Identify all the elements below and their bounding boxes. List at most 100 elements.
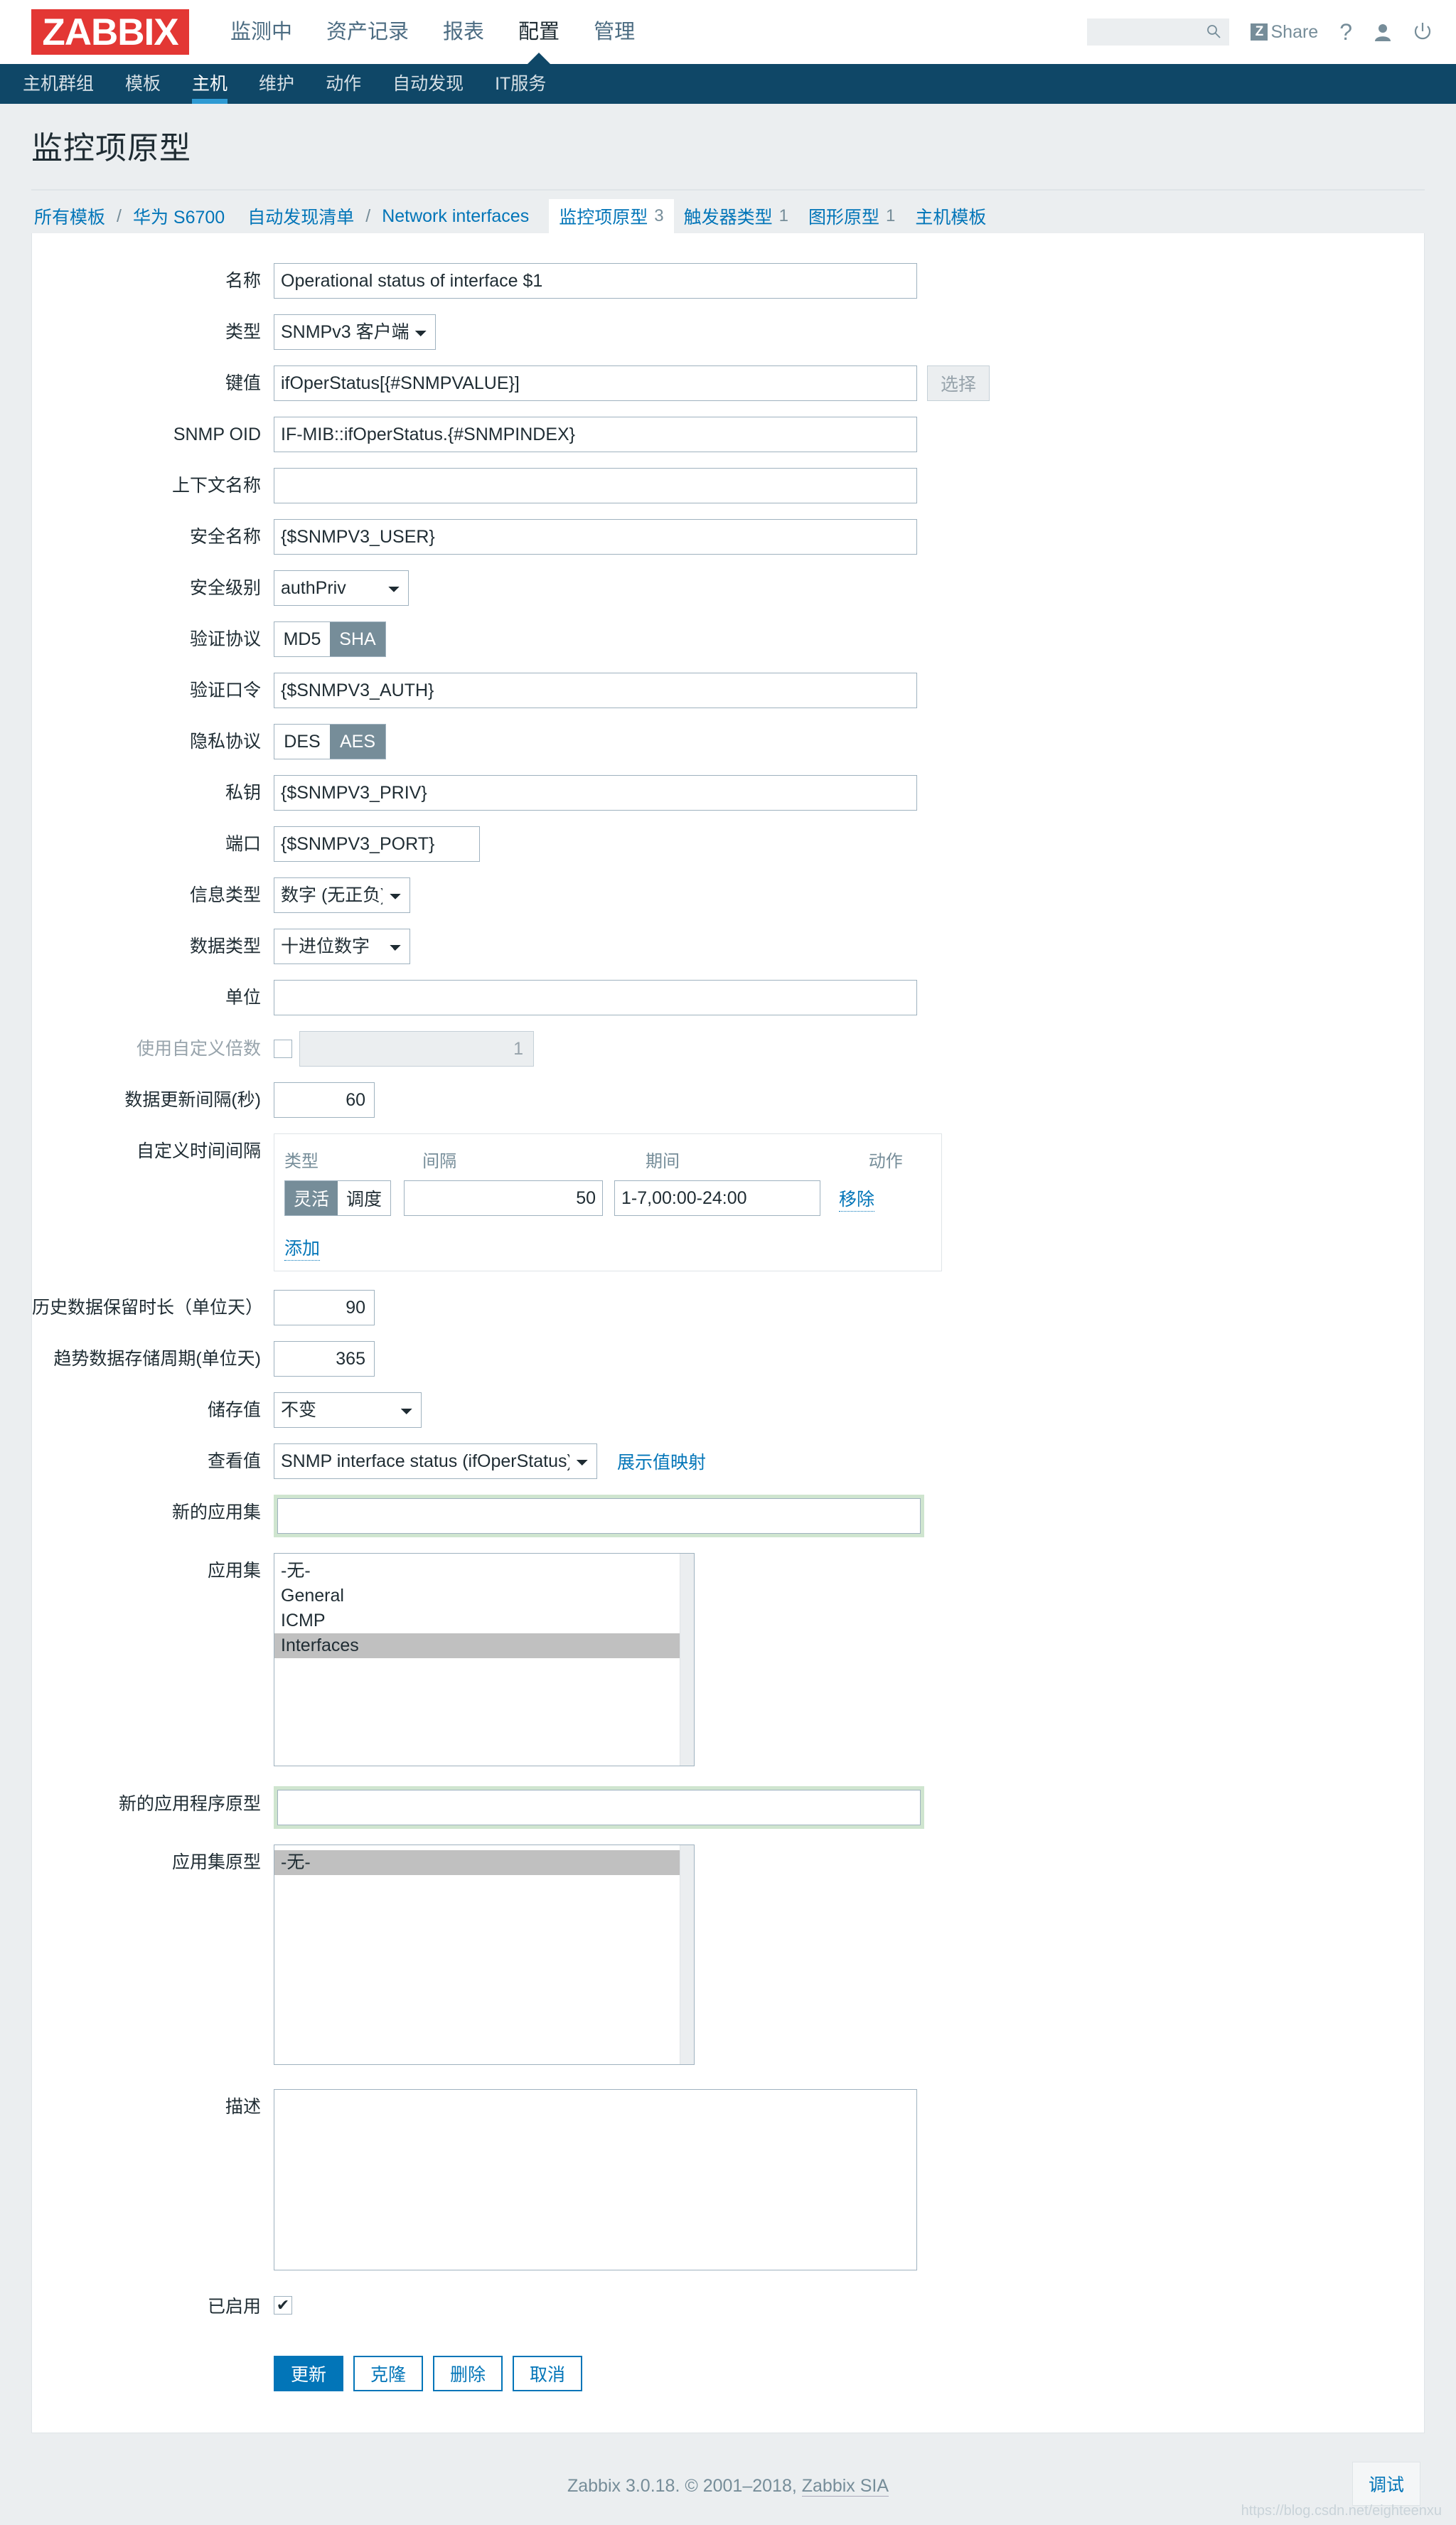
new-application-prototype-input[interactable] [277,1790,921,1825]
auth-protocol-option-sha[interactable]: SHA [330,622,385,656]
show-value-select[interactable]: SNMP interface status (ifOperStatus) [274,1443,597,1479]
auth-protocol-toggle[interactable]: MD5 SHA [274,621,386,657]
store-value-select[interactable]: 不变 [274,1392,422,1428]
data-type-select[interactable]: 十进位数字 [274,929,410,964]
interval-period-input[interactable] [614,1180,820,1216]
priv-protocol-option-aes[interactable]: AES [330,725,385,759]
nav-item-reports[interactable]: 报表 [426,0,501,64]
key-input[interactable] [274,365,917,401]
column-header-period: 期间 [646,1147,869,1172]
list-item[interactable]: -无- [274,1559,694,1584]
info-type-select[interactable]: 数字 (无正负) [274,877,410,913]
type-select[interactable]: SNMPv3 客户端 [274,314,436,350]
breadcrumb-template-name[interactable]: 华为 S6700 [130,199,228,233]
tab-trigger-prototypes[interactable]: 触发器类型 1 [674,199,798,233]
priv-protocol-option-des[interactable]: DES [274,725,330,759]
nav-item-monitoring[interactable]: 监测中 [213,0,309,64]
nav-item-administration[interactable]: 管理 [577,0,652,64]
interval-value-input[interactable] [404,1180,603,1216]
search-input[interactable] [1094,23,1208,41]
priv-passphrase-input[interactable] [274,775,917,811]
label-info-type: 信息类型 [32,877,274,913]
share-link[interactable]: Z Share [1251,22,1318,43]
auth-protocol-option-md5[interactable]: MD5 [274,622,330,656]
snmp-oid-input[interactable] [274,417,917,452]
priv-protocol-toggle[interactable]: DES AES [274,724,386,759]
interval-type-toggle[interactable]: 灵活 调度 [284,1180,391,1216]
clone-button[interactable]: 克隆 [353,2356,423,2391]
help-link[interactable]: ? [1339,19,1352,46]
show-value-mappings-link[interactable]: 展示值映射 [617,1448,706,1474]
form-row-history: 历史数据保留时长（单位天） [32,1290,1424,1325]
description-textarea[interactable] [274,2089,917,2270]
form-row-priv-protocol: 隐私协议 DES AES [32,724,1424,759]
custom-intervals-header: 类型 间隔 期间 动作 [284,1144,931,1180]
footer-copyright: Zabbix 3.0.18. © 2001–2018, Zabbix SIA [0,2476,1456,2497]
subnav-item-hosts[interactable]: 主机 [176,64,243,104]
history-input[interactable] [274,1290,375,1325]
logout-link[interactable] [1413,22,1432,42]
auth-passphrase-input[interactable] [274,673,917,708]
nav-item-configuration[interactable]: 配置 [501,0,577,64]
footer-copyright-text: Zabbix 3.0.18. © 2001–2018, [567,2476,802,2496]
units-input[interactable] [274,980,917,1015]
interval-type-option-scheduling[interactable]: 调度 [338,1181,390,1215]
nav-item-inventory[interactable]: 资产记录 [309,0,426,64]
item-prototype-form-panel: 名称 类型 SNMPv3 客户端 键值 选择 SNMP OID 上下文名称 [31,233,1425,2433]
delete-button[interactable]: 删除 [433,2356,503,2391]
applications-listbox[interactable]: -无- General ICMP Interfaces [274,1553,695,1766]
subnav-item-host-groups[interactable]: 主机群组 [7,64,109,104]
update-interval-input[interactable] [274,1082,375,1118]
share-label: Share [1270,22,1318,43]
application-prototypes-listbox[interactable]: -无- [274,1845,695,2065]
subnav-item-templates[interactable]: 模板 [109,64,176,104]
security-name-input[interactable] [274,519,917,555]
label-context-name: 上下文名称 [32,468,274,503]
trends-input[interactable] [274,1341,375,1377]
tab-host-prototypes[interactable]: 主机模板 [905,199,996,233]
add-interval-link[interactable]: 添加 [284,1234,320,1261]
subnav-item-maintenance[interactable]: 维护 [243,64,310,104]
form-row-name: 名称 [32,263,1424,299]
form-row-applications: 应用集 -无- General ICMP Interfaces [32,1553,1424,1766]
zabbix-logo[interactable]: ZABBIX [31,9,189,55]
cancel-button[interactable]: 取消 [513,2356,582,2391]
list-item[interactable]: ICMP [274,1608,694,1633]
tab-count: 1 [779,206,788,226]
new-application-input[interactable] [277,1498,921,1534]
interval-type-option-flexible[interactable]: 灵活 [285,1181,338,1215]
debug-button[interactable]: 调试 [1352,2462,1420,2506]
use-multiplier-checkbox[interactable] [274,1040,292,1058]
enabled-checkbox[interactable]: ✔ [274,2296,292,2315]
global-search[interactable] [1087,18,1229,46]
subnav-item-actions[interactable]: 动作 [310,64,377,104]
form-row-security-name: 安全名称 [32,519,1424,555]
listbox-scrollbar[interactable] [680,1845,694,2064]
security-level-select[interactable]: authPriv [274,570,409,606]
tab-item-prototypes[interactable]: 监控项原型 3 [549,199,673,233]
tab-label: 触发器类型 [684,203,773,229]
form-row-port: 端口 [32,826,1424,862]
form-row-priv-passphrase: 私钥 [32,775,1424,811]
update-button[interactable]: 更新 [274,2356,343,2391]
subnav-item-it-services[interactable]: IT服务 [479,64,562,104]
label-use-multiplier: 使用自定义倍数 [32,1031,274,1067]
user-profile-link[interactable] [1374,22,1392,42]
breadcrumb-discovery-rule[interactable]: Network interfaces [379,199,532,233]
form-row-new-application-prototype: 新的应用程序原型 [32,1786,1424,1829]
label-new-application-prototype: 新的应用程序原型 [32,1786,274,1822]
footer-zabbix-sia-link[interactable]: Zabbix SIA [802,2476,889,2497]
breadcrumb-all-templates[interactable]: 所有模板 [31,199,108,233]
subnav-item-discovery[interactable]: 自动发现 [377,64,479,104]
port-input[interactable] [274,826,480,862]
key-select-button[interactable]: 选择 [927,365,990,401]
tab-graph-prototypes[interactable]: 图形原型 1 [798,199,905,233]
list-item[interactable]: -无- [274,1850,694,1875]
list-item[interactable]: General [274,1584,694,1608]
listbox-scrollbar[interactable] [680,1554,694,1766]
context-name-input[interactable] [274,468,917,503]
list-item[interactable]: Interfaces [274,1633,694,1658]
remove-interval-link[interactable]: 移除 [839,1185,874,1212]
breadcrumb-discovery-list[interactable]: 自动发现清单 [245,199,357,233]
name-input[interactable] [274,263,917,299]
